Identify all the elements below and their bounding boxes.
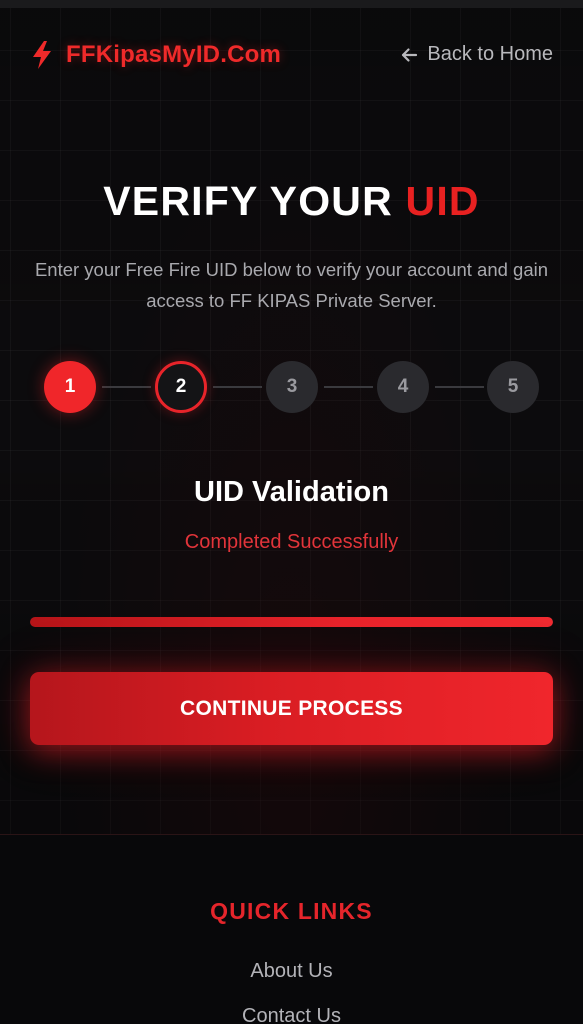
- back-link-label: Back to Home: [427, 43, 553, 65]
- progress-bar: [30, 617, 553, 627]
- status-message: Completed Successfully: [184, 531, 399, 553]
- step-5: 5: [487, 361, 539, 413]
- site-footer: QUICK LINKS About Us Contact Us: [0, 834, 583, 1024]
- step-connector: [435, 386, 484, 388]
- step-1: 1: [44, 361, 96, 413]
- step-connector: [213, 386, 262, 388]
- step-4: 4: [377, 361, 429, 413]
- footer-link-about-us[interactable]: About Us: [0, 960, 583, 983]
- quick-links-heading: QUICK LINKS: [210, 898, 373, 924]
- step-connector: [102, 386, 151, 388]
- page-subtitle: Enter your Free Fire UID below to verify…: [34, 259, 549, 311]
- step-3: 3: [266, 361, 318, 413]
- bolt-icon: [30, 40, 54, 70]
- title-main: VERIFY YOUR: [103, 178, 406, 224]
- title-accent: UID: [405, 178, 480, 224]
- brand-name: FFKipasMyID.Com: [66, 41, 282, 68]
- arrow-left-icon: [399, 45, 419, 65]
- page: FFKipasMyID.Com Back to Home VERIFY YOUR…: [0, 0, 583, 1024]
- progress-stepper: 1 2 3 4 5: [44, 361, 539, 413]
- site-header: FFKipasMyID.Com Back to Home: [0, 36, 583, 76]
- step-connector: [324, 386, 373, 388]
- top-strip: [0, 0, 583, 8]
- footer-link-contact-us[interactable]: Contact Us: [0, 1005, 583, 1024]
- progress-fill: [30, 617, 553, 627]
- step-title: UID Validation: [194, 476, 389, 508]
- continue-process-button[interactable]: CONTINUE PROCESS: [30, 672, 553, 745]
- step-2: 2: [155, 361, 207, 413]
- page-title: VERIFY YOUR UID: [0, 178, 583, 225]
- back-to-home-link[interactable]: Back to Home: [399, 43, 553, 66]
- brand-logo-link[interactable]: FFKipasMyID.Com: [30, 40, 281, 70]
